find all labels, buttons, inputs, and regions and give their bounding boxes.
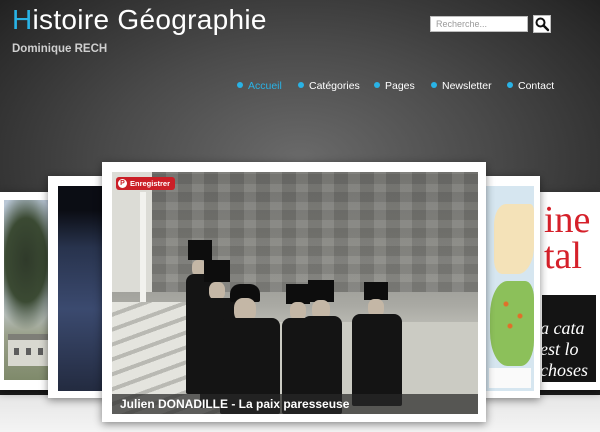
magazine-cover-top: ine tal — [542, 200, 596, 295]
top-hat — [188, 240, 212, 260]
site-title-initial: H — [12, 4, 33, 35]
bullet-icon — [298, 82, 304, 88]
house-shape — [8, 334, 48, 366]
slide-photo — [112, 172, 478, 414]
top-hat — [204, 260, 230, 282]
slide-card-right-mid[interactable] — [482, 176, 540, 398]
nav-item-newsletter[interactable]: Newsletter — [431, 80, 492, 92]
slide-card-right-far[interactable]: inetal a cataest lochosesr co — [538, 192, 600, 390]
slide-caption-text: Julien DONADILLE - La paix paresseuse — [120, 397, 350, 411]
slide-caption[interactable]: Julien DONADILLE - La paix paresseuse — [112, 394, 478, 414]
house-roof — [8, 334, 48, 340]
slide-image — [4, 200, 48, 380]
bullet-icon — [237, 82, 243, 88]
bullet-icon — [374, 82, 380, 88]
bullet-icon — [507, 82, 513, 88]
top-hat — [308, 280, 334, 302]
slide-image — [58, 186, 106, 391]
map-land — [494, 204, 534, 274]
nav-item-label: Newsletter — [442, 80, 492, 92]
pinterest-save-button[interactable]: P Enregistrer — [116, 177, 176, 190]
slide-image: inetal a cataest lochosesr co — [542, 200, 596, 382]
magazine-title-text: ine tal — [544, 200, 591, 277]
house-window — [38, 348, 43, 355]
nav-item-pages[interactable]: Pages — [374, 80, 415, 92]
slide-card-left-far[interactable] — [0, 192, 54, 390]
slide-card-left-mid[interactable] — [48, 176, 108, 398]
top-hat — [286, 284, 310, 304]
site-subtitle: Dominique RECH — [12, 43, 108, 55]
nav-item-categories[interactable]: Catégories — [298, 80, 360, 92]
search-icon — [535, 17, 550, 32]
search-input[interactable] — [430, 16, 528, 32]
top-hat — [364, 282, 388, 300]
nav-item-label: Pages — [385, 80, 415, 92]
nav-item-label: Contact — [518, 80, 555, 92]
map-markers — [500, 296, 528, 336]
nav-item-contact[interactable]: Contact — [507, 80, 554, 92]
nav-item-accueil[interactable]: Accueil — [237, 80, 282, 92]
map-legend — [489, 368, 531, 388]
site-title[interactable]: Histoire Géographie — [12, 4, 267, 36]
main-nav: Accueil Catégories Pages Newsletter Cont… — [0, 80, 600, 94]
search-button[interactable] — [533, 15, 551, 33]
site-title-rest: istoire Géographie — [32, 4, 267, 35]
house-window — [14, 348, 19, 355]
save-label: Enregistrer — [130, 179, 171, 188]
tree-shape — [4, 200, 48, 335]
nav-item-label: Catégories — [309, 80, 360, 92]
pinterest-icon: P — [118, 179, 127, 188]
person-figure — [352, 314, 402, 406]
nav-item-label: Accueil — [248, 80, 282, 92]
magazine-body-text: a cataest lochosesr co — [542, 318, 588, 382]
house-window — [26, 348, 31, 355]
slide-image — [486, 186, 534, 391]
photo-light-area — [112, 172, 152, 292]
slide-card-main[interactable]: Julien DONADILLE - La paix paresseuse — [102, 162, 486, 422]
bullet-icon — [431, 82, 437, 88]
